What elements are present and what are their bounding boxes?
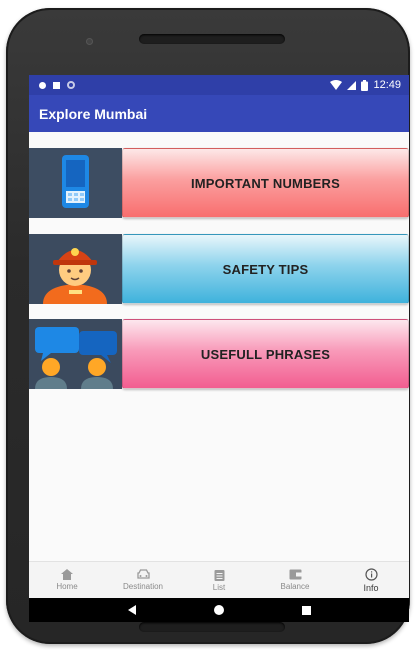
- screen: 12:49 Explore Mumbai IMPORTANT NUMBERS S…: [29, 75, 409, 622]
- app-title: Explore Mumbai: [39, 105, 148, 122]
- content: IMPORTANT NUMBERS SAFETY TIPS USEFULL PH…: [29, 132, 409, 561]
- top-speaker: [139, 34, 285, 44]
- signal-icon: [347, 80, 357, 90]
- nav-info-label: Info: [363, 582, 379, 593]
- nav-home-label: Home: [56, 582, 78, 591]
- recents-icon[interactable]: [301, 605, 311, 615]
- battery-icon: [361, 79, 369, 91]
- nav-balance[interactable]: Balance: [258, 569, 332, 591]
- home-button-icon[interactable]: [213, 604, 225, 616]
- nav-list[interactable]: List: [182, 569, 256, 592]
- nav-destination-label: Destination: [122, 582, 164, 591]
- back-icon[interactable]: [127, 605, 137, 615]
- card-safety-tips[interactable]: SAFETY TIPS: [29, 234, 409, 304]
- phone-frame: 12:49 Explore Mumbai IMPORTANT NUMBERS S…: [6, 8, 410, 644]
- chat-people-icon: [29, 319, 122, 389]
- nav-home[interactable]: Home: [30, 569, 104, 591]
- useful-phrases-button[interactable]: USEFULL PHRASES: [122, 319, 409, 389]
- phone-icon: [29, 148, 122, 218]
- safety-tips-button[interactable]: SAFETY TIPS: [122, 234, 409, 304]
- sync-icon: [67, 81, 75, 89]
- bottom-speaker: [139, 622, 285, 632]
- nav-destination[interactable]: Destination: [106, 569, 180, 591]
- nav-balance-label: Balance: [280, 582, 310, 591]
- info-icon: [364, 567, 378, 581]
- card-important-numbers[interactable]: IMPORTANT NUMBERS: [29, 148, 409, 218]
- nav-info[interactable]: Info: [334, 567, 408, 593]
- status-time: 12:49: [373, 79, 401, 91]
- firefighter-icon: [29, 234, 122, 304]
- car-icon: [136, 569, 150, 579]
- wifi-icon: [330, 80, 343, 90]
- front-camera: [86, 38, 93, 45]
- clipboard-icon: [214, 569, 224, 581]
- home-icon: [61, 569, 73, 580]
- system-navigation-bar: [29, 598, 409, 622]
- notification-dot-icon: [39, 81, 46, 89]
- app-bar: Explore Mumbai: [29, 95, 409, 132]
- sd-card-icon: [53, 81, 60, 89]
- bottom-navigation: Home Destination List Balance Info: [29, 561, 409, 598]
- wallet-icon: [289, 569, 301, 580]
- important-numbers-button[interactable]: IMPORTANT NUMBERS: [122, 148, 409, 218]
- status-bar: 12:49: [29, 75, 409, 95]
- nav-list-label: List: [212, 582, 226, 592]
- card-useful-phrases[interactable]: USEFULL PHRASES: [29, 319, 409, 389]
